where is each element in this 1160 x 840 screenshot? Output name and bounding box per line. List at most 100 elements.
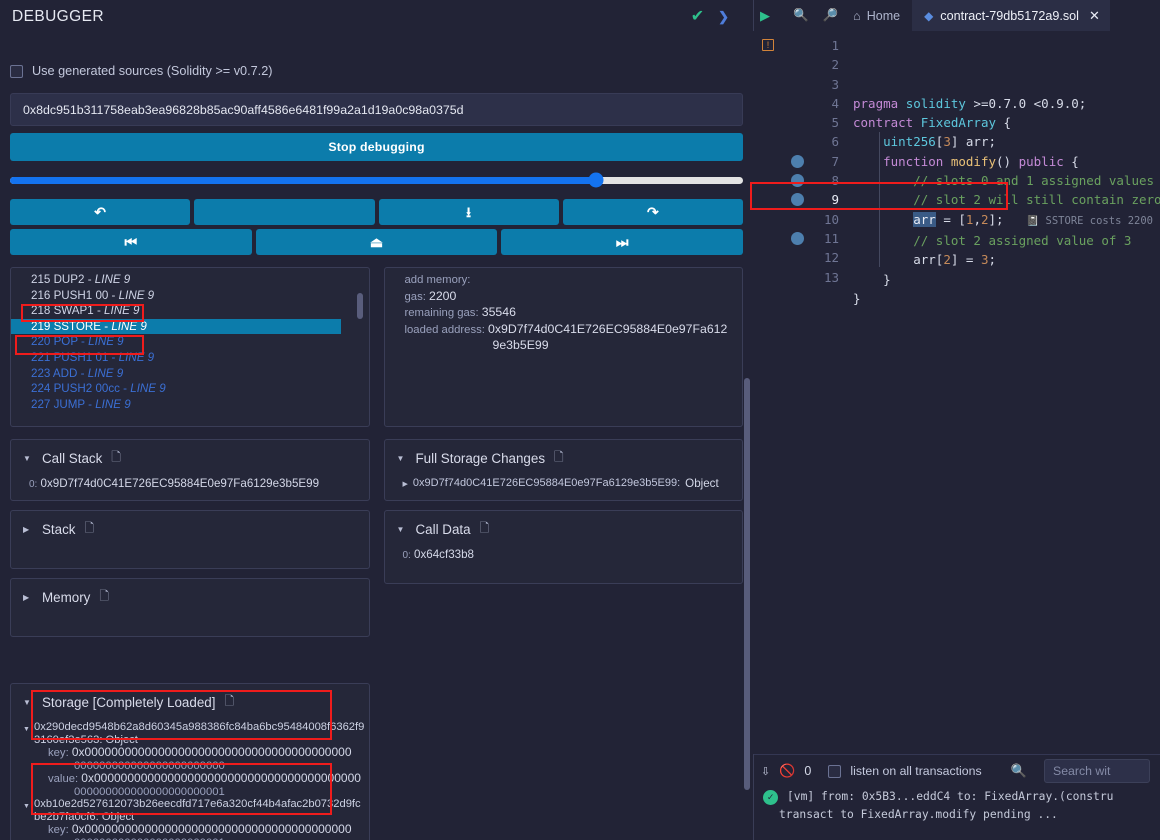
jump-to-end-button[interactable]: ⏭: [501, 229, 743, 255]
code-line[interactable]: // slot 2 will still contain zero: [853, 190, 1160, 209]
use-generated-sources-row[interactable]: Use generated sources (Solidity >= v0.7.…: [10, 54, 743, 88]
breakpoint-dot[interactable]: [791, 155, 804, 168]
code-line[interactable]: }: [853, 270, 1160, 289]
step-forward-button[interactable]: ↷: [563, 199, 743, 225]
assembly-instruction[interactable]: 221 PUSH1 01 - LINE 9: [31, 350, 369, 366]
use-generated-sources-checkbox[interactable]: [10, 65, 23, 78]
memory-header[interactable]: ▶ Memory 🗋: [11, 579, 369, 616]
storage-entry-key: key: 0x000000000000000000000000000000000…: [34, 823, 365, 840]
step-out-button[interactable]: ⭴: [194, 199, 374, 225]
stop-debugging-button[interactable]: Stop debugging: [10, 133, 743, 161]
code-content[interactable]: pragma solidity >=0.7.0 <0.9.0; contract …: [847, 31, 1160, 754]
tab-home[interactable]: ⌂ Home: [845, 9, 912, 23]
run-icon[interactable]: ▶: [753, 8, 777, 24]
storage-accordion[interactable]: ▼ Storage [Completely Loaded] 🗋 ▼ 0x290de…: [10, 683, 370, 840]
assembly-instruction-list[interactable]: 215 DUP2 - LINE 9 216 PUSH1 00 - LINE 9 21…: [11, 268, 369, 412]
memory-accordion[interactable]: ▶ Memory 🗋: [10, 578, 370, 637]
search-input[interactable]: Search wit: [1044, 759, 1150, 783]
copy-icon[interactable]: 🗋: [111, 448, 121, 469]
copy-icon[interactable]: 🗋: [224, 692, 234, 713]
remaining-gas-label: remaining gas:: [405, 307, 479, 319]
breakpoint-dot[interactable]: [791, 174, 804, 187]
code-line[interactable]: // slot 2 assigned value of 3: [853, 231, 1160, 250]
code-line[interactable]: arr[2] = 3;: [853, 250, 1160, 269]
assembly-instruction[interactable]: 215 DUP2 - LINE 9: [31, 272, 369, 288]
storage-entry[interactable]: ▼ 0xb10e2d527612073b26eecdfd717e6a320cf44…: [23, 798, 365, 840]
call-data-header[interactable]: ▼ Call Data 🗋: [385, 511, 743, 548]
code-line[interactable]: }: [853, 289, 1160, 308]
jump-to-start-button[interactable]: ⏮: [10, 229, 252, 255]
call-stack-header[interactable]: ▼ Call Stack 🗋: [11, 440, 369, 477]
chevron-right-icon[interactable]: ▶: [23, 525, 33, 534]
storage-header[interactable]: ▼ Storage [Completely Loaded] 🗋: [11, 684, 369, 721]
chevron-right-icon[interactable]: ▶: [23, 593, 33, 602]
storage-entry-value-value: 0x00000000000000000000000000000000000000…: [81, 771, 361, 785]
zoom-out-icon[interactable]: 🔍: [777, 8, 816, 23]
error-marker-icon[interactable]: !: [762, 39, 774, 51]
terminal-log-row[interactable]: ✓ [vm] from: 0x5B3...eddC4 to: FixedArra…: [763, 788, 1160, 806]
chevron-down-icon[interactable]: ▼: [23, 454, 33, 463]
assembly-instruction-line: LINE 9: [130, 382, 165, 395]
call-stack-accordion[interactable]: ▼ Call Stack 🗋 0: 0x9D7f74d0C41E726EC958…: [10, 439, 370, 501]
debugger-scrollbar[interactable]: [744, 378, 750, 790]
chevron-right-icon[interactable]: ▶: [403, 480, 408, 488]
copy-icon[interactable]: 🗋: [85, 519, 95, 540]
transaction-hash-input[interactable]: 0x8dc951b311758eab3ea96828b85ac90aff4586…: [10, 93, 743, 126]
breakpoint-dot[interactable]: [791, 232, 804, 245]
success-icon: ✓: [763, 790, 778, 805]
assembly-instruction[interactable]: 218 SWAP1 - LINE 9: [31, 303, 369, 319]
code-editor[interactable]: ! 1 2 3 4 5 6 7 8 9 10 11 12 13 pragma solidity >=0.…: [753, 31, 1160, 754]
code-line[interactable]: uint256[3] arr;: [853, 132, 1160, 151]
chevron-down-icon[interactable]: ▼: [397, 454, 407, 463]
step-slider-track[interactable]: [10, 177, 743, 184]
chevron-down-icon[interactable]: ▼: [23, 803, 30, 810]
step-slider-thumb[interactable]: [589, 173, 604, 188]
step-slider[interactable]: [10, 165, 743, 195]
storage-entry[interactable]: ▼ 0x290decd9548b62a8d60345a988386fc84ba6b…: [23, 721, 365, 798]
code-line[interactable]: arr = [1,2]; 📓 SSTORE costs 2200 ga: [853, 210, 1160, 231]
code-line[interactable]: contract FixedArray {: [853, 113, 1160, 132]
assembly-instruction[interactable]: 219 SSTORE - LINE 9: [11, 319, 341, 335]
chevron-down-icon[interactable]: ▼: [23, 726, 30, 733]
assembly-instruction-line: LINE 9: [95, 273, 130, 286]
close-icon[interactable]: ✕: [1089, 8, 1100, 24]
search-icon[interactable]: 🔍: [1011, 763, 1027, 779]
breakpoint-gutter[interactable]: [783, 31, 813, 754]
chevrons-down-icon[interactable]: ⇩: [761, 765, 770, 778]
jump-out-button[interactable]: ⏏: [256, 229, 498, 255]
full-storage-changes-header[interactable]: ▼ Full Storage Changes 🗋: [385, 440, 743, 477]
assembly-instructions-pane[interactable]: 215 DUP2 - LINE 9 216 PUSH1 00 - LINE 9 21…: [10, 267, 370, 427]
storage-change-row[interactable]: ▶ 0x9D7f74d0C41E726EC95884E0e97Fa6129e3b…: [403, 477, 733, 490]
step-back-button[interactable]: ↶: [10, 199, 190, 225]
code-line[interactable]: function modify() public {: [853, 152, 1160, 171]
zoom-in-icon[interactable]: 🔎: [816, 8, 846, 23]
editor-panel: ▶ 🔍 🔎 ⌂ Home ◆ contract-79db5172a9.sol ✕…: [753, 0, 1160, 840]
stack-accordion[interactable]: ▶ Stack 🗋: [10, 510, 370, 569]
check-icon[interactable]: ✔: [691, 9, 704, 25]
copy-icon[interactable]: 🗋: [480, 519, 490, 540]
chevron-down-icon[interactable]: ▼: [397, 525, 407, 534]
assembly-instruction-line: LINE 9: [88, 335, 123, 348]
assembly-instruction[interactable]: 223 ADD - LINE 9: [31, 366, 369, 382]
assembly-instruction[interactable]: 224 PUSH2 00cc - LINE 9: [31, 381, 369, 397]
code-line[interactable]: pragma solidity >=0.7.0 <0.9.0;: [853, 94, 1160, 113]
call-data-accordion[interactable]: ▼ Call Data 🗋 0: 0x64cf33b8: [384, 510, 744, 584]
breakpoint-dot[interactable]: [791, 193, 804, 206]
assembly-instruction[interactable]: 220 POP - LINE 9: [31, 334, 369, 350]
code-line[interactable]: // slots 0 and 1 assigned values: [853, 171, 1160, 190]
tab-contract-file[interactable]: ◆ contract-79db5172a9.sol ✕: [912, 0, 1110, 31]
copy-icon[interactable]: 🗋: [99, 587, 109, 608]
assembly-instruction[interactable]: 227 JUMP - LINE 9: [31, 397, 369, 413]
chevron-down-icon[interactable]: ▼: [23, 698, 33, 707]
assembly-scrollbar[interactable]: [357, 293, 363, 319]
ban-icon[interactable]: 🚫: [779, 763, 795, 779]
full-storage-changes-accordion[interactable]: ▼ Full Storage Changes 🗋 ▶ 0x9D7f74d0C41…: [384, 439, 744, 501]
copy-icon[interactable]: 🗋: [554, 448, 564, 469]
step-into-button[interactable]: ⭳: [379, 199, 559, 225]
chevron-right-icon[interactable]: ❯: [718, 9, 729, 25]
assembly-instruction[interactable]: 216 PUSH1 00 - LINE 9: [31, 288, 369, 304]
memory-title: Memory: [42, 590, 90, 605]
editor-toolbar: ▶ 🔍 🔎 ⌂ Home ◆ contract-79db5172a9.sol ✕: [753, 0, 1160, 31]
listen-all-transactions-checkbox[interactable]: [828, 765, 841, 778]
stack-header[interactable]: ▶ Stack 🗋: [11, 511, 369, 548]
